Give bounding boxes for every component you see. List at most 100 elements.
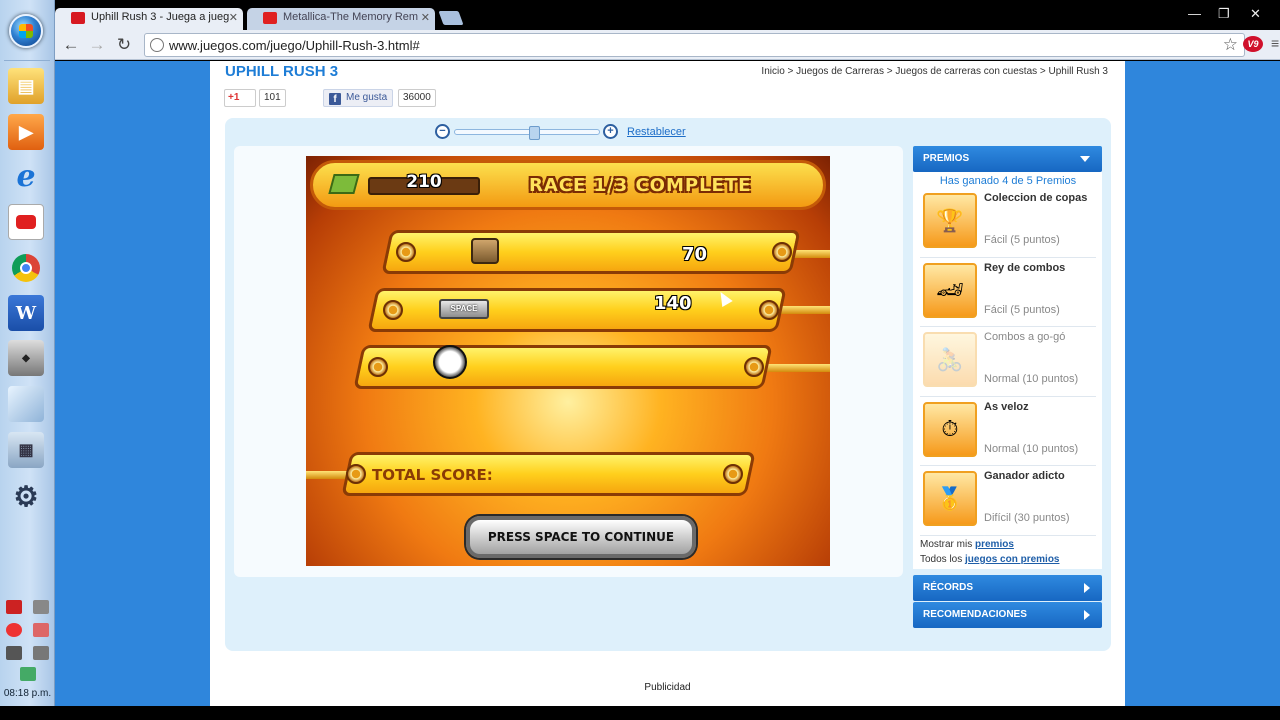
tray-row-2 xyxy=(0,623,55,637)
row-2-score: 140 xyxy=(654,293,692,314)
volume-icon[interactable] xyxy=(5,646,22,660)
wrench-menu-icon[interactable]: ≡ xyxy=(1271,35,1279,51)
award-item[interactable]: 🥇 Ganador adicto Difícil (30 puntos) xyxy=(920,466,1096,536)
award-item[interactable]: 🏆 Coleccion de copas Fácil (5 puntos) xyxy=(920,188,1096,258)
pdf-icon[interactable] xyxy=(5,600,22,614)
reload-icon[interactable]: ↻ xyxy=(113,34,135,56)
minimize-icon[interactable]: — xyxy=(1188,6,1201,21)
game-icon[interactable]: ◆ xyxy=(8,340,44,376)
facebook-like-count: 36000 xyxy=(398,89,436,107)
coin-count: 210 xyxy=(406,172,442,192)
browser-tab-strip: Uphill Rush 3 - Juega a jueg ✕ Metallica… xyxy=(55,0,1280,30)
chevron-down-icon xyxy=(1080,156,1090,162)
extension-icon[interactable]: V9 xyxy=(1243,36,1263,52)
internet-explorer-icon[interactable]: e xyxy=(8,158,44,194)
antivirus-icon[interactable] xyxy=(5,623,22,637)
start-button[interactable] xyxy=(9,14,43,48)
award-name: Rey de combos xyxy=(984,261,1066,274)
treasure-chest-icon xyxy=(471,238,499,264)
zoom-reset-link[interactable]: Restablecer xyxy=(627,126,686,138)
tab-label: Uphill Rush 3 - Juega a jueg xyxy=(91,11,230,23)
game-content-box: − + Restablecer 210 RACE 1/3 COMPLETE 70… xyxy=(225,118,1111,651)
file-explorer-icon[interactable]: ▤ xyxy=(8,68,44,104)
facebook-like-label: Me gusta xyxy=(346,92,388,103)
youtube-favicon xyxy=(263,12,277,24)
zoom-slider-track[interactable] xyxy=(454,126,600,140)
page-title: UPHILL RUSH 3 xyxy=(225,63,339,80)
bookmark-star-icon[interactable]: ☆ xyxy=(1223,35,1238,55)
browser-toolbar: ← → ↻ www.juegos.com/juego/Uphill-Rush-3… xyxy=(55,30,1280,60)
bolt-icon xyxy=(744,357,764,377)
facebook-like-button[interactable]: f Me gusta xyxy=(323,89,394,107)
google-plus-button[interactable]: +1 xyxy=(224,89,256,107)
awards-header[interactable]: PREMIOS xyxy=(913,146,1102,172)
stopwatch-icon: ⏱ xyxy=(923,401,977,457)
records-header[interactable]: RÉCORDS xyxy=(913,574,1102,601)
screen-bottom-edge xyxy=(0,706,1280,720)
award-name: As veloz xyxy=(984,400,1029,413)
zoom-out-icon[interactable]: − xyxy=(435,124,450,139)
tab-label: Metallica-The Memory Rem xyxy=(283,11,419,23)
calculator-icon[interactable]: ▦ xyxy=(8,432,44,468)
url-text[interactable]: www.juegos.com/juego/Uphill-Rush-3.html# xyxy=(169,38,420,53)
race-header-bar: 210 RACE 1/3 COMPLETE xyxy=(310,160,826,210)
award-item[interactable]: ⏱ As veloz Normal (10 puntos) xyxy=(920,397,1096,467)
monitor-icon[interactable] xyxy=(33,646,50,660)
globe-icon xyxy=(150,38,164,52)
close-window-icon[interactable]: ✕ xyxy=(1250,6,1261,22)
games-with-awards-link[interactable]: juegos con premios xyxy=(965,554,1059,565)
new-tab-button[interactable] xyxy=(438,11,464,25)
show-awards-line: Mostrar mis premios xyxy=(920,536,1096,550)
score-row-3 xyxy=(353,345,773,389)
close-tab-icon[interactable]: ✕ xyxy=(229,11,238,24)
back-arrow-icon[interactable]: ← xyxy=(60,34,82,56)
bolt-icon xyxy=(396,242,416,262)
eraser-icon[interactable] xyxy=(8,386,44,422)
award-level: Normal (10 puntos) xyxy=(984,442,1079,455)
podium-icon: 🥇 xyxy=(923,471,977,527)
maximize-icon[interactable]: ❐ xyxy=(1218,6,1230,22)
printer-icon[interactable] xyxy=(33,600,50,614)
zoom-slider-handle[interactable] xyxy=(529,126,540,140)
tab-uphill-rush[interactable]: Uphill Rush 3 - Juega a jueg ✕ xyxy=(55,8,243,30)
tray-row-1 xyxy=(0,600,55,614)
network-error-icon[interactable] xyxy=(33,623,50,637)
tab-metallica[interactable]: Metallica-The Memory Rem ✕ xyxy=(247,8,435,30)
language-icon[interactable] xyxy=(19,667,36,681)
bolt-icon xyxy=(383,300,403,320)
close-tab-icon[interactable]: ✕ xyxy=(421,11,430,24)
all-games-line: Todos los juegos con premios xyxy=(920,550,1096,565)
race-status: RACE 1/3 COMPLETE xyxy=(529,175,752,196)
row-1-score: 70 xyxy=(682,244,708,265)
advertisement-label: Publicidad xyxy=(644,682,691,693)
game-canvas[interactable]: 210 RACE 1/3 COMPLETE 70 SPACE 140 TOTAL… xyxy=(306,156,830,566)
google-plus-count: 101 xyxy=(259,89,286,107)
forward-arrow-icon[interactable]: → xyxy=(86,34,108,56)
chrome-icon[interactable] xyxy=(8,250,44,286)
media-player-icon[interactable]: ▶ xyxy=(8,114,44,150)
bolt-icon xyxy=(368,357,388,377)
my-awards-link[interactable]: premios xyxy=(975,539,1014,550)
page-container: UPHILL RUSH 3 Inicio > Juegos de Carrera… xyxy=(210,61,1125,706)
address-bar[interactable]: www.juegos.com/juego/Uphill-Rush-3.html#… xyxy=(144,33,1245,57)
chevron-right-icon xyxy=(1084,582,1090,593)
zoom-in-icon[interactable]: + xyxy=(603,124,618,139)
records-title: RÉCORDS xyxy=(923,581,974,593)
browser-viewport: UPHILL RUSH 3 Inicio > Juegos de Carrera… xyxy=(55,61,1280,706)
awards-summary: Has ganado 4 de 5 Premios xyxy=(939,175,1077,187)
continue-button[interactable]: PRESS SPACE TO CONTINUE xyxy=(466,516,696,558)
system-clock[interactable]: 08:18 p.m. xyxy=(0,688,55,699)
settings-icon[interactable]: ⚙ xyxy=(8,478,44,514)
kart-icon: 🏎 xyxy=(923,262,977,318)
tray-row-4 xyxy=(0,667,55,681)
stopwatch-icon xyxy=(433,345,467,379)
space-key-icon: SPACE xyxy=(439,299,489,319)
award-item[interactable]: 🚴 Combos a go-gó Normal (10 puntos) xyxy=(920,327,1096,397)
bolt-icon xyxy=(759,300,779,320)
word-icon[interactable]: W xyxy=(8,295,44,331)
breadcrumb[interactable]: Inicio > Juegos de Carreras > Juegos de … xyxy=(761,66,1108,77)
award-name: Combos a go-gó xyxy=(984,331,1066,344)
youtube-icon[interactable] xyxy=(8,204,44,240)
award-item[interactable]: 🏎 Rey de combos Fácil (5 puntos) xyxy=(920,258,1096,328)
recommendations-header[interactable]: RECOMENDACIONES xyxy=(913,601,1102,628)
